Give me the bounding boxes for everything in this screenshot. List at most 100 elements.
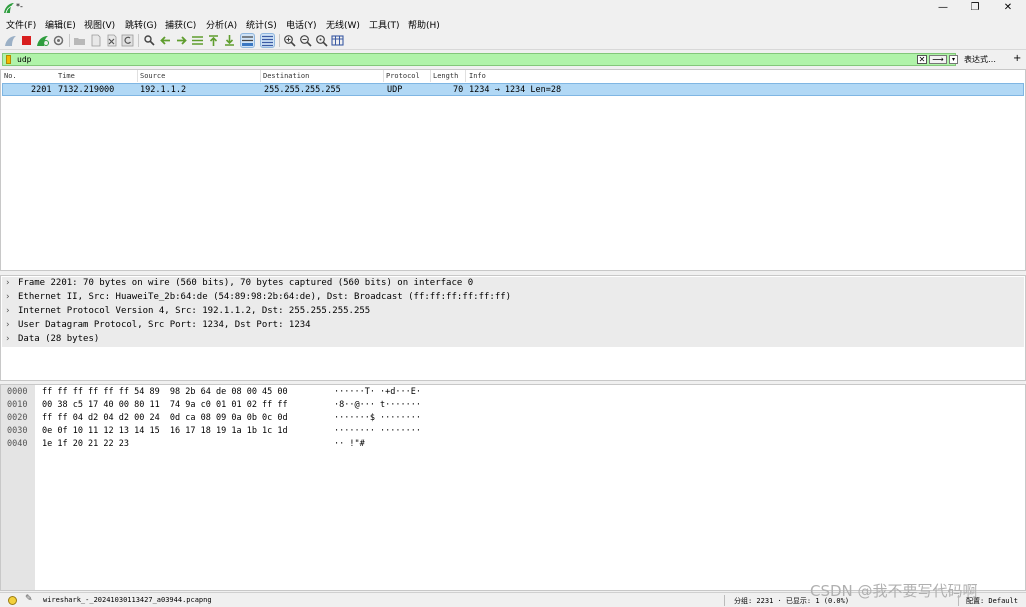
maximize-button[interactable]: ❐: [960, 0, 990, 16]
menu-view[interactable]: 视图(V): [84, 18, 115, 31]
detail-row-ipv4[interactable]: › Internet Protocol Version 4, Src: 192.…: [2, 305, 1024, 319]
hex-ascii[interactable]: ······T· ·+d···E·: [334, 387, 421, 397]
detail-text: Frame 2201: 70 bytes on wire (560 bits),…: [18, 278, 474, 288]
capture-options-icon[interactable]: [52, 34, 65, 47]
go-to-packet-icon[interactable]: [191, 34, 204, 47]
hex-offset: 0040: [7, 439, 28, 449]
menu-wireless[interactable]: 无线(W): [326, 18, 360, 31]
expand-arrow-icon[interactable]: ›: [6, 334, 10, 344]
clear-filter-icon[interactable]: ✕: [917, 55, 927, 64]
menu-telephony[interactable]: 电话(Y): [286, 18, 317, 31]
shark-fin-start-icon[interactable]: [4, 34, 17, 47]
save-file-icon[interactable]: [89, 34, 102, 47]
detail-row-frame[interactable]: › Frame 2201: 70 bytes on wire (560 bits…: [2, 277, 1024, 291]
filter-history-dropdown-icon[interactable]: ▾: [949, 55, 958, 64]
column-separator[interactable]: [137, 70, 138, 82]
packet-time: 7132.219000: [58, 85, 115, 95]
resize-columns-icon[interactable]: [331, 34, 344, 47]
hex-offset: 0020: [7, 413, 28, 423]
find-packet-icon[interactable]: [143, 34, 156, 47]
expand-arrow-icon[interactable]: ›: [6, 278, 10, 288]
packet-list: No. Time Source Destination Protocol Len…: [0, 69, 1026, 271]
menu-go[interactable]: 跳转(G): [125, 18, 157, 31]
hex-bytes[interactable]: 00 38 c5 17 40 00 80 11 74 9a c0 01 01 0…: [42, 400, 288, 410]
menu-capture[interactable]: 捕获(C): [165, 18, 196, 31]
column-separator[interactable]: [383, 70, 384, 82]
hex-ascii[interactable]: ·······$ ········: [334, 413, 421, 423]
zoom-in-icon[interactable]: [283, 34, 296, 47]
column-header-no[interactable]: No.: [4, 72, 17, 80]
toolbar-separator: [279, 34, 280, 47]
open-file-icon[interactable]: [73, 34, 86, 47]
packet-protocol: UDP: [387, 85, 403, 95]
hex-offset: 0000: [7, 387, 28, 397]
hex-bytes[interactable]: 0e 0f 10 11 12 13 14 15 16 17 18 19 1a 1…: [42, 426, 288, 436]
reload-icon[interactable]: [121, 34, 134, 47]
add-filter-button[interactable]: +: [1013, 53, 1021, 64]
hex-bytes[interactable]: ff ff 04 d2 04 d2 00 24 0d ca 08 09 0a 0…: [42, 413, 288, 423]
status-file-name: wireshark_-_20241030113427_a03944.pcapng: [43, 596, 212, 604]
filter-bookmark-icon[interactable]: [6, 55, 11, 64]
menu-tools[interactable]: 工具(T): [369, 18, 400, 31]
minimize-button[interactable]: —: [928, 0, 958, 16]
go-forward-icon[interactable]: [175, 34, 188, 47]
go-last-icon[interactable]: [223, 34, 236, 47]
apply-filter-icon[interactable]: ⟶: [929, 55, 947, 64]
expression-button[interactable]: 表达式…: [964, 54, 996, 65]
packet-no: 2201: [31, 85, 52, 95]
wireshark-fin-icon: [4, 3, 14, 14]
detail-text: Ethernet II, Src: HuaweiTe_2b:64:de (54:…: [18, 292, 512, 302]
column-separator[interactable]: [260, 70, 261, 82]
close-file-icon[interactable]: [105, 34, 118, 47]
menu-help[interactable]: 帮助(H): [408, 18, 440, 31]
column-header-protocol[interactable]: Protocol: [386, 72, 420, 80]
go-back-icon[interactable]: [159, 34, 172, 47]
expand-arrow-icon[interactable]: ›: [6, 320, 10, 330]
expand-arrow-icon[interactable]: ›: [6, 292, 10, 302]
hex-bytes[interactable]: 1e 1f 20 21 22 23: [42, 439, 129, 449]
menu-bar: 文件(F) 编辑(E) 视图(V) 跳转(G) 捕获(C) 分析(A) 统计(S…: [0, 16, 1026, 31]
column-header-source[interactable]: Source: [140, 72, 165, 80]
packet-bytes[interactable]: 0000 ff ff ff ff ff ff 54 89 98 2b 64 de…: [0, 384, 1026, 591]
zoom-out-icon[interactable]: [299, 34, 312, 47]
hex-ascii[interactable]: ·8··@··· t·······: [334, 400, 421, 410]
expand-arrow-icon[interactable]: ›: [6, 306, 10, 316]
detail-text: User Datagram Protocol, Src Port: 1234, …: [18, 320, 311, 330]
detail-row-ethernet[interactable]: › Ethernet II, Src: HuaweiTe_2b:64:de (5…: [2, 291, 1024, 305]
stop-capture-icon[interactable]: [20, 34, 33, 47]
zoom-normal-icon[interactable]: [315, 34, 328, 47]
toolbar-separator: [69, 34, 70, 47]
packet-source: 192.1.1.2: [140, 85, 187, 95]
autoscroll-icon[interactable]: [240, 33, 255, 48]
column-separator[interactable]: [465, 70, 466, 82]
column-header-length[interactable]: Length: [433, 72, 458, 80]
packet-length: 70: [453, 85, 464, 95]
colorize-icon[interactable]: [260, 33, 275, 48]
hex-ascii[interactable]: ·· !"#: [334, 439, 365, 449]
display-filter-input[interactable]: udp ✕ ⟶ ▾: [2, 53, 958, 66]
menu-file[interactable]: 文件(F): [6, 18, 36, 31]
title-bar: *- — ❐ ✕: [0, 0, 1026, 16]
expert-info-icon[interactable]: [8, 596, 17, 605]
menu-statistics[interactable]: 统计(S): [246, 18, 277, 31]
packet-row[interactable]: 2201 7132.219000 192.1.1.2 255.255.255.2…: [2, 83, 1024, 96]
column-header-destination[interactable]: Destination: [263, 72, 309, 80]
close-button[interactable]: ✕: [993, 0, 1023, 16]
hex-offset: 0010: [7, 400, 28, 410]
hex-bytes[interactable]: ff ff ff ff ff ff 54 89 98 2b 64 de 08 0…: [42, 387, 288, 397]
toolbar-separator: [138, 34, 139, 47]
menu-analyze[interactable]: 分析(A): [206, 18, 237, 31]
hex-ascii[interactable]: ········ ········: [334, 426, 421, 436]
column-header-info[interactable]: Info: [469, 72, 486, 80]
detail-row-data[interactable]: › Data (28 bytes): [2, 333, 1024, 347]
detail-text: Internet Protocol Version 4, Src: 192.1.…: [18, 306, 371, 316]
column-header-time[interactable]: Time: [58, 72, 75, 80]
go-first-icon[interactable]: [207, 34, 220, 47]
detail-row-udp[interactable]: › User Datagram Protocol, Src Port: 1234…: [2, 319, 1024, 333]
column-separator[interactable]: [430, 70, 431, 82]
menu-edit[interactable]: 编辑(E): [45, 18, 76, 31]
display-filter-text[interactable]: udp: [17, 55, 31, 64]
status-separator: [724, 595, 725, 606]
restart-capture-icon[interactable]: [36, 34, 49, 47]
capture-comment-icon[interactable]: ✎: [25, 594, 33, 604]
